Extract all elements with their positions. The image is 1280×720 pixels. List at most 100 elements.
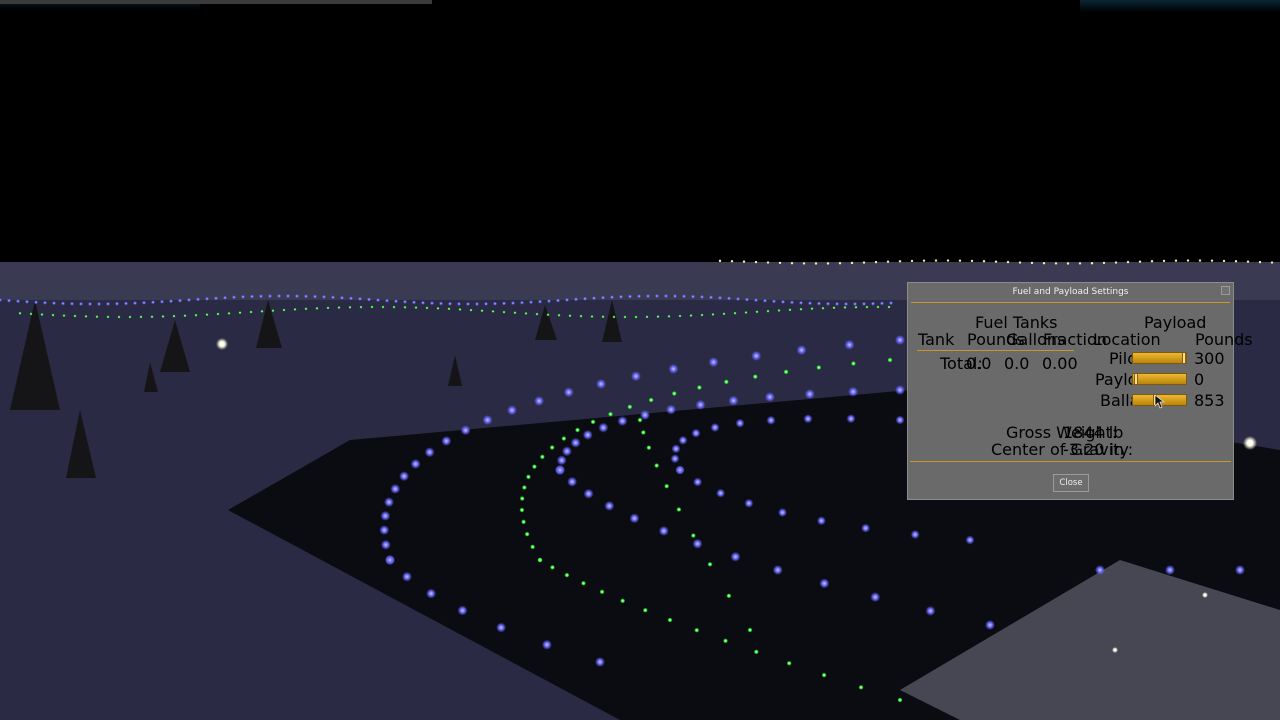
taxi-light-blue [675, 465, 685, 475]
taxi-light-blue [671, 444, 681, 454]
taxi-light-blue [716, 488, 726, 498]
taxi-light-green [620, 598, 626, 604]
taxi-light-green [810, 307, 814, 311]
taxi-light-blue [709, 295, 713, 300]
taxi-light-green [645, 315, 649, 319]
city-light [970, 259, 974, 263]
taxi-light-blue [340, 295, 344, 300]
taxi-light-blue [241, 294, 245, 299]
city-light [802, 262, 806, 265]
taxi-light-blue [259, 294, 263, 299]
taxi-light-green [491, 309, 495, 313]
taxi-light-blue [670, 454, 680, 464]
taxi-light-blue [691, 428, 701, 438]
taxi-light-green [854, 305, 858, 309]
taxi-light-blue [693, 477, 703, 487]
taxi-light-blue [502, 301, 506, 306]
taxi-light-green [530, 544, 536, 550]
taxi-light-green [227, 311, 231, 315]
taxi-light-blue [796, 345, 807, 356]
taxi-light-blue [604, 500, 615, 511]
city-light [934, 259, 938, 262]
taxi-light-green [590, 419, 596, 425]
taxi-light-green [843, 305, 847, 309]
taxi-light-blue [426, 588, 437, 599]
taxi-light-blue [925, 605, 936, 616]
taxi-light-blue [52, 301, 56, 306]
taxi-light-blue [803, 414, 813, 424]
payload-slider[interactable] [1132, 373, 1187, 385]
taxi-light-blue [232, 295, 236, 300]
taxi-light-blue [250, 294, 254, 299]
taxi-light-blue [808, 301, 812, 306]
pilot-slider-thumb[interactable] [1182, 353, 1187, 363]
taxi-light-green [546, 313, 550, 317]
pilot-slider[interactable] [1132, 352, 1187, 364]
taxi-light-blue [582, 429, 593, 440]
taxi-light-blue [764, 392, 775, 403]
taxi-light-green [539, 454, 545, 460]
dialog-title[interactable]: Fuel and Payload Settings [908, 283, 1233, 302]
taxi-light-blue [853, 301, 857, 306]
taxi-light-green [753, 649, 759, 655]
taxi-light-blue [880, 301, 884, 306]
gross-weight-value: 1844 lb [1063, 423, 1124, 442]
taxi-light-blue [482, 415, 493, 425]
taxi-light-blue [460, 425, 471, 436]
taxi-light-blue [496, 622, 507, 633]
taxi-light-green [557, 313, 561, 317]
city-light [898, 260, 902, 263]
taxi-light-blue [511, 301, 515, 306]
taxi-light-green [535, 312, 539, 316]
taxi-light-blue [682, 294, 686, 299]
taxi-light-blue [835, 301, 839, 306]
taxi-light-blue [561, 446, 572, 457]
taxi-light-green [480, 309, 484, 313]
dialog-close-box[interactable] [1221, 286, 1230, 295]
taxi-light-blue [277, 294, 281, 299]
taxi-light-blue [151, 300, 155, 305]
col-tank: Tank [918, 330, 955, 349]
taxi-light-green [513, 311, 517, 315]
taxi-light-green [51, 313, 55, 317]
location-header: Location [1093, 330, 1161, 349]
taxi-light-green [304, 307, 308, 311]
taxi-light-green [337, 306, 341, 310]
city-light [1066, 262, 1070, 265]
taxi-light-blue [708, 357, 719, 368]
city-light [1150, 260, 1154, 263]
taxi-light-blue [124, 301, 128, 306]
city-light [922, 259, 926, 262]
taxi-light-blue [744, 498, 754, 508]
payload-slider-thumb[interactable] [1133, 374, 1138, 384]
city-light [1258, 260, 1262, 264]
taxi-light-blue [133, 301, 137, 306]
taxi-light-green [648, 397, 654, 403]
city-light [874, 260, 878, 264]
city-light [1018, 261, 1022, 264]
taxi-light-blue [25, 299, 29, 304]
taxi-light-green [348, 305, 352, 309]
taxi-light-green [887, 305, 891, 309]
fuel-tanks-heading: Fuel Tanks [975, 313, 1058, 332]
city-light [790, 262, 794, 265]
taxi-light-blue [106, 301, 110, 306]
taxi-light-green [816, 365, 822, 370]
city-light [814, 262, 818, 265]
taxi-light-blue [547, 299, 551, 304]
taxi-light-blue [790, 300, 794, 305]
total-fraction: 0.00 [1042, 354, 1078, 373]
taxi-light-green [601, 315, 605, 319]
close-button[interactable]: Close [1053, 474, 1089, 492]
taxi-light-green [537, 557, 543, 563]
taxi-light-blue [799, 300, 803, 305]
taxi-light-blue [376, 298, 380, 303]
taxi-light-green [249, 310, 253, 314]
payload-heading: Payload [1144, 313, 1207, 332]
taxi-light-green [161, 314, 165, 318]
city-light [850, 261, 854, 265]
taxi-light-blue [804, 389, 815, 400]
taxi-light-green [821, 306, 825, 310]
taxi-light-blue [43, 300, 47, 305]
taxi-light-blue [870, 592, 881, 603]
